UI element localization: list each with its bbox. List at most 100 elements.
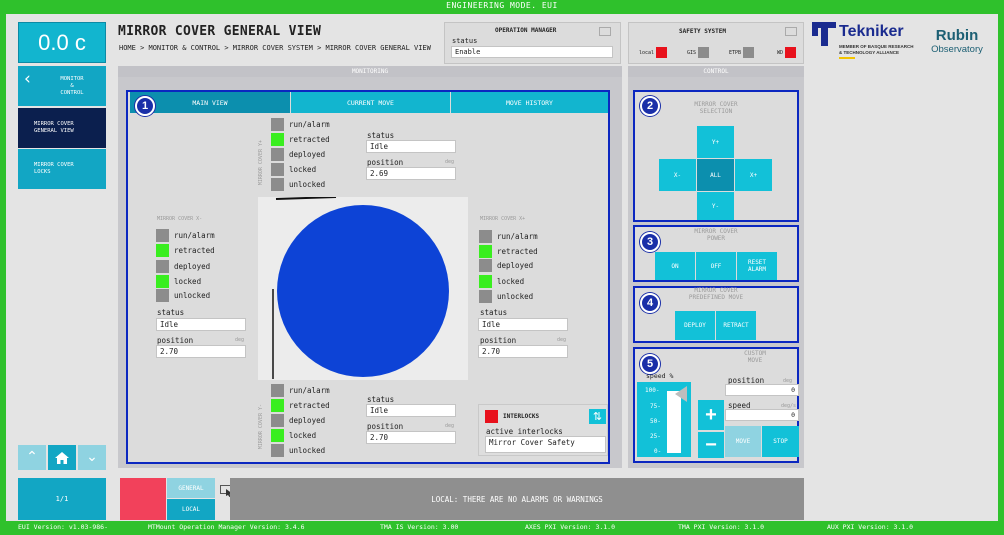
chevron-down-icon: ⌄ (86, 449, 98, 465)
aux-pxi-version: AUX PXI Version: 3.1.0 (827, 523, 914, 531)
safety-title: SAFETY SYSTEM (679, 28, 726, 35)
y-minus-position-field: 2.70 (366, 431, 456, 444)
wd-indicator (785, 47, 797, 58)
y-minus-label: MIRROR COVER Y- (258, 404, 264, 450)
slider-handle[interactable] (675, 386, 687, 402)
speed-slider[interactable]: 100- 75- 50- 25- 0- (637, 382, 691, 457)
page-counter: 1/1 (18, 478, 106, 520)
select-y-plus-button[interactable]: Y+ (697, 126, 734, 158)
tekniker-logo: Tekniker MEMBER OF BASQUE RESEARCH & TEC… (812, 19, 916, 63)
window-icon[interactable] (599, 27, 611, 36)
tma-pxi-version: TMA PXI Version: 3.1.0 (678, 523, 765, 531)
retracted-indicator (271, 133, 284, 146)
axes-pxi-version: AXES PXI Version: 3.1.0 (525, 523, 616, 531)
locked-indicator (479, 275, 492, 288)
time-display: 0.0 c (18, 22, 106, 63)
callout-3: 3 (640, 232, 660, 252)
gis-indicator (698, 47, 710, 58)
retracted-indicator (156, 244, 169, 257)
unlocked-indicator (271, 444, 284, 457)
x-minus-position-field: 2.70 (156, 345, 246, 358)
power-off-button[interactable]: OFF (696, 252, 736, 280)
retracted-indicator (479, 245, 492, 258)
tab-move-history[interactable]: MOVE HISTORY (451, 92, 608, 113)
move-button[interactable]: MOVE (725, 426, 761, 457)
retract-button[interactable]: RETRACT (716, 311, 756, 340)
callout-5: 5 (640, 354, 660, 374)
home-button[interactable] (48, 445, 76, 470)
locked-indicator (271, 163, 284, 176)
unlocked-indicator (156, 289, 169, 302)
run-alarm-indicator (271, 118, 284, 131)
x-minus-status-field: Idle (156, 318, 246, 331)
local-indicator (656, 47, 668, 58)
deployed-indicator (271, 148, 284, 161)
callout-1: 1 (135, 96, 155, 116)
sidebar-item-mirror-cover-locks[interactable]: MIRROR COVER LOCKS (18, 149, 106, 189)
active-interlocks-list: Mirror Cover Safety (485, 436, 606, 453)
speed-input[interactable]: 0 (725, 409, 799, 421)
breadcrumb[interactable]: HOME > MONITOR & CONTROL > MIRROR COVER … (119, 44, 444, 53)
op-manager-title: OPERATION MANAGER (495, 27, 557, 34)
run-alarm-indicator (156, 229, 169, 242)
deployed-indicator (156, 260, 169, 273)
etpb-indicator (743, 47, 755, 58)
x-minus-label: MIRROR COVER X- (157, 216, 203, 222)
general-mode-button[interactable]: GENERAL (167, 478, 215, 498)
alarm-message: LOCAL: THERE ARE NO ALARMS OR WARNINGS (431, 494, 603, 504)
home-icon (55, 451, 69, 464)
mirror-cover-diagram (272, 196, 449, 379)
page-title: MIRROR COVER GENERAL VIEW (118, 24, 322, 39)
select-y-minus-button[interactable]: Y- (697, 192, 734, 220)
rubin-logo: Rubin Observatory (931, 27, 983, 56)
op-status-label: status (452, 37, 478, 45)
back-button[interactable]: ‹ MONITOR & CONTROL (18, 66, 106, 106)
y-plus-label: MIRROR COVER Y+ (258, 140, 264, 186)
title-bar: ENGINEERING MODE. EUI (446, 1, 558, 10)
select-all-button[interactable]: ALL (697, 159, 734, 191)
scroll-down-button[interactable]: ⌄ (78, 445, 106, 470)
sidebar-item-mirror-cover-general-view[interactable]: MIRROR COVER GENERAL VIEW (18, 108, 106, 148)
alarm-bar: LOCAL: THERE ARE NO ALARMS OR WARNINGS (230, 478, 804, 520)
refresh-button[interactable]: ⇅ (589, 409, 606, 424)
deployed-indicator (479, 259, 492, 272)
tab-current-move[interactable]: CURRENT MOVE (291, 92, 450, 113)
main-window: 0.0 c MIRROR COVER GENERAL VIEW HOME > M… (6, 14, 998, 521)
y-plus-status-field: Idle (366, 140, 456, 153)
power-on-button[interactable]: ON (655, 252, 695, 280)
select-x-minus-button[interactable]: X- (659, 159, 696, 191)
op-status-field: Enable (451, 46, 613, 58)
interlock-indicator (485, 410, 498, 423)
y-plus-position-field: 2.69 (366, 167, 456, 180)
callout-4: 4 (640, 293, 660, 313)
monitoring-title: MONITORING (118, 66, 622, 77)
window-icon[interactable] (785, 27, 797, 36)
local-mode-button[interactable]: LOCAL (167, 499, 215, 520)
locked-indicator (271, 429, 284, 442)
stop-button[interactable]: STOP (762, 426, 799, 457)
select-x-plus-button[interactable]: X+ (735, 159, 772, 191)
locked-indicator (156, 275, 169, 288)
tma-is-version: TMA IS Version: 3.00 (380, 523, 459, 531)
refresh-icon: ⇅ (592, 410, 603, 423)
alarm-status-indicator (120, 478, 166, 520)
deployed-indicator (271, 414, 284, 427)
tekniker-mark-icon (812, 22, 836, 46)
reset-alarm-button[interactable]: RESET ALARM (737, 252, 777, 280)
x-plus-position-field: 2.70 (478, 345, 568, 358)
eui-version: EUI Version: v1.03-986- (18, 523, 109, 531)
decrease-speed-button[interactable]: − (698, 432, 724, 458)
control-title: CONTROL (628, 66, 804, 77)
safety-system-panel: SAFETY SYSTEM local GIS ETPB WD (628, 22, 804, 64)
unlocked-indicator (479, 290, 492, 303)
y-minus-status-field: Idle (366, 404, 456, 417)
x-plus-status-field: Idle (478, 318, 568, 331)
version-status-bar: EUI Version: v1.03-986- MTMount Operatio… (0, 522, 1004, 535)
run-alarm-indicator (479, 230, 492, 243)
scroll-up-button[interactable]: ⌃ (18, 445, 46, 470)
interlocks-panel: INTERLOCKS ⇅ active interlocks Mirror Co… (478, 404, 608, 456)
deploy-button[interactable]: DEPLOY (675, 311, 715, 340)
increase-speed-button[interactable]: + (698, 400, 724, 430)
operation-manager-panel: OPERATION MANAGER status Enable (444, 22, 621, 64)
position-input[interactable]: 0 (725, 384, 799, 396)
